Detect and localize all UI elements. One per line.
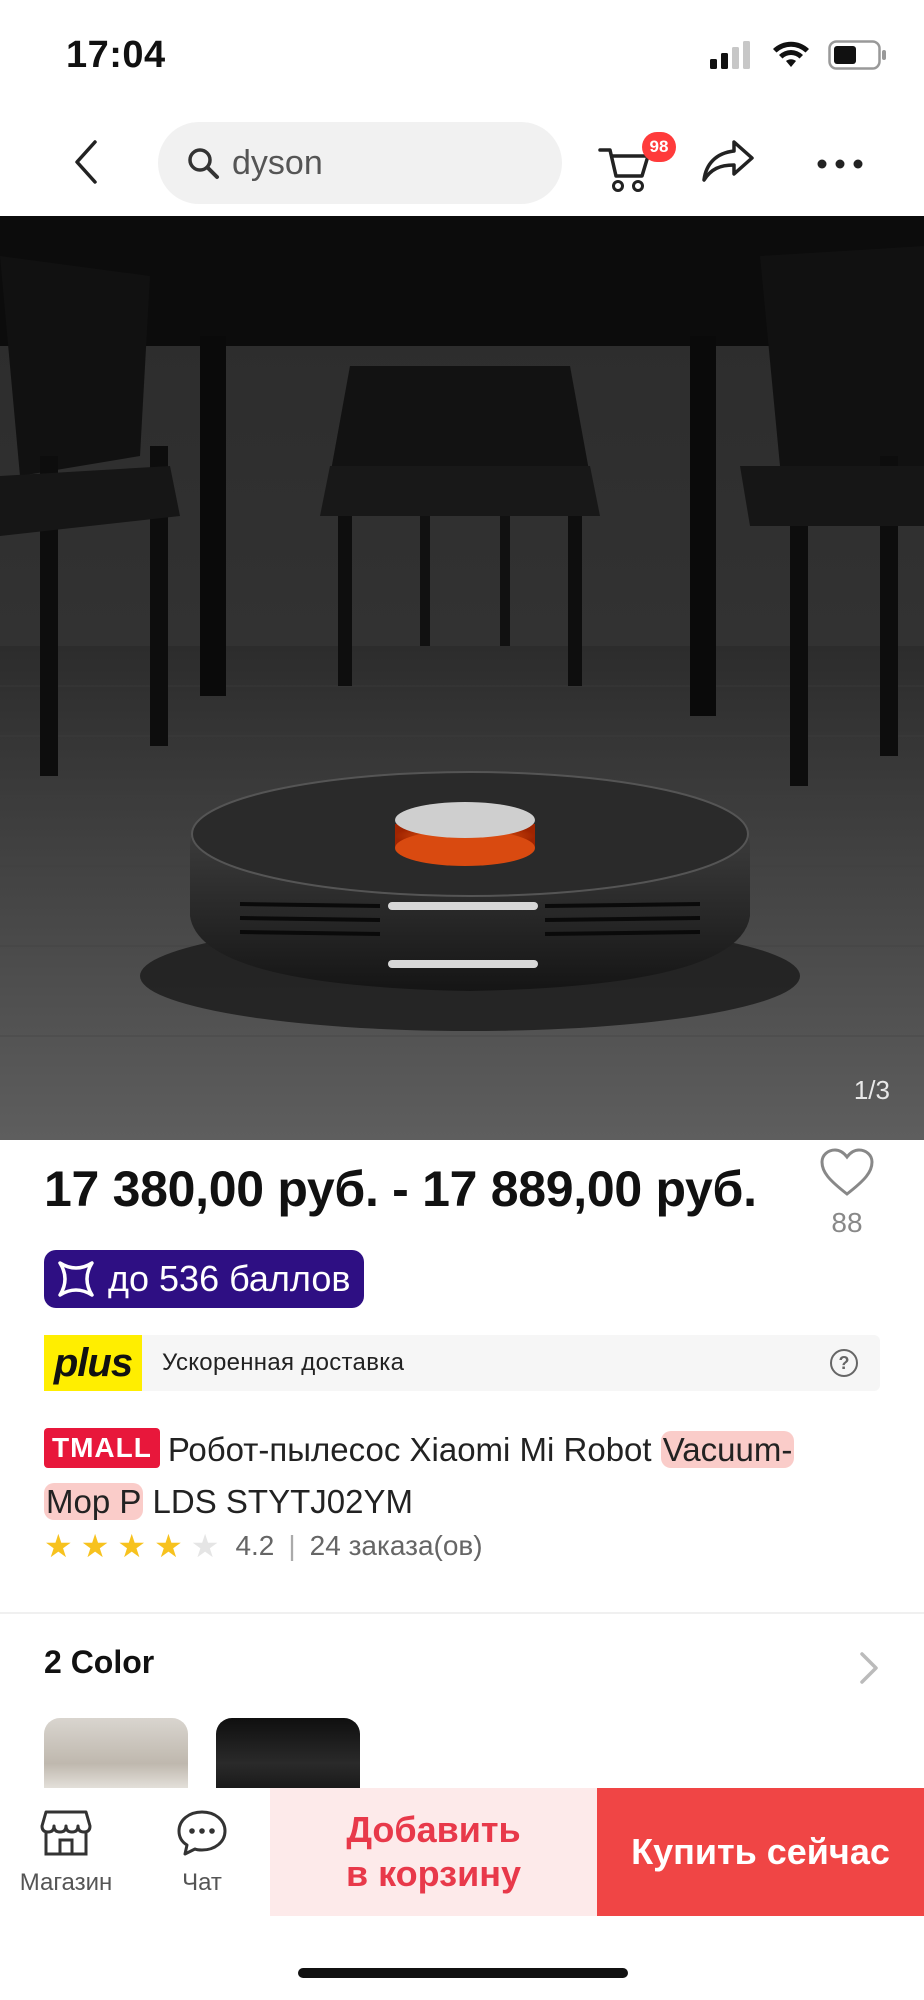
wishlist-count: 88 xyxy=(831,1207,863,1238)
heart-icon xyxy=(820,1148,874,1196)
bottom-action-bar: Магазин Чат Добавить в корзину Купить се… xyxy=(0,1788,924,1918)
rating-value: 4.2 xyxy=(235,1530,275,1561)
back-button[interactable] xyxy=(56,132,116,192)
color-selector[interactable]: 2 Color xyxy=(44,1644,880,1694)
star-icon: ★ xyxy=(44,1528,73,1564)
points-text: до 536 баллов xyxy=(108,1258,351,1299)
battery-icon xyxy=(828,40,886,70)
product-image-gallery[interactable]: 1/3 xyxy=(0,216,924,1140)
signal-icon xyxy=(710,41,750,69)
more-button[interactable] xyxy=(810,136,870,192)
title-highlight-2: Mop P xyxy=(44,1483,144,1520)
title-part2: LDS STYTJ02YM xyxy=(143,1483,413,1520)
rating-stars: ★ ★ ★ ★ ★ xyxy=(44,1530,219,1562)
nav-bar: dyson 98 xyxy=(0,110,924,216)
search-input[interactable]: dyson xyxy=(158,122,562,204)
divider xyxy=(0,1612,924,1614)
delivery-row[interactable]: plus Ускоренная доставка ? xyxy=(44,1335,880,1391)
status-time: 17:04 xyxy=(66,34,166,76)
home-indicator xyxy=(298,1968,628,1978)
wishlist-button[interactable]: 88 xyxy=(814,1148,880,1239)
delivery-text: Ускоренная доставка xyxy=(162,1349,405,1376)
star-icon: ★ xyxy=(117,1528,147,1564)
title-highlight-1: Vacuum- xyxy=(660,1431,795,1468)
bonus-points-icon xyxy=(58,1261,94,1297)
add-to-cart-line2: в корзину xyxy=(346,1853,521,1894)
star-icon: ★ xyxy=(154,1528,183,1564)
cart-button[interactable]: 98 xyxy=(596,130,676,200)
status-icons xyxy=(710,40,888,70)
add-to-cart-line1: Добавить xyxy=(346,1809,521,1850)
color-swatch-black[interactable] xyxy=(216,1718,360,1794)
share-button[interactable] xyxy=(700,136,760,192)
product-title: TMALL Робот-пылесос Xiaomi Mi Robot Vacuu… xyxy=(44,1424,880,1528)
chat-label: Чат xyxy=(182,1869,222,1896)
store-icon xyxy=(40,1810,92,1856)
search-icon xyxy=(188,148,219,179)
gallery-counter: 1/3 xyxy=(853,1075,890,1105)
price-row: 17 380,00 руб. - 17 889,00 руб. xyxy=(44,1160,804,1218)
share-icon xyxy=(702,140,754,182)
add-to-cart-button[interactable]: Добавить в корзину xyxy=(270,1788,597,1916)
plus-logo: plus xyxy=(44,1335,142,1391)
buy-now-button[interactable]: Купить сейчас xyxy=(597,1788,924,1916)
rating-separator: | xyxy=(288,1530,296,1561)
star-empty-icon: ★ xyxy=(190,1528,220,1564)
wifi-icon xyxy=(773,41,809,67)
chat-icon xyxy=(177,1810,227,1856)
chevron-left-icon xyxy=(75,140,97,184)
tmall-badge: TMALL xyxy=(44,1428,160,1468)
help-icon[interactable]: ? xyxy=(830,1349,858,1377)
price-range: 17 380,00 руб. - 17 889,00 руб. xyxy=(44,1161,757,1217)
points-badge[interactable]: до 536 баллов xyxy=(44,1250,365,1308)
status-bar: 17:04 xyxy=(0,0,924,110)
rating-row[interactable]: ★ ★ ★ ★ ★ 4.2 | 24 заказа(ов) xyxy=(44,1530,483,1562)
title-part1: Робот-пылесос Xiaomi Mi Robot xyxy=(167,1431,661,1468)
star-icon: ★ xyxy=(80,1528,110,1564)
chat-button[interactable]: Чат xyxy=(142,1808,262,1897)
product-image xyxy=(0,216,924,1140)
color-label: 2 Color xyxy=(44,1644,155,1680)
chevron-right-icon xyxy=(860,1652,878,1684)
color-swatch-white[interactable] xyxy=(44,1718,188,1794)
orders-count: 24 заказа(ов) xyxy=(309,1530,483,1561)
cart-badge: 98 xyxy=(642,132,676,162)
search-query: dyson xyxy=(232,143,323,182)
more-icon xyxy=(817,159,863,169)
shop-label: Магазин xyxy=(19,1869,113,1896)
shop-button[interactable]: Магазин xyxy=(6,1808,126,1897)
